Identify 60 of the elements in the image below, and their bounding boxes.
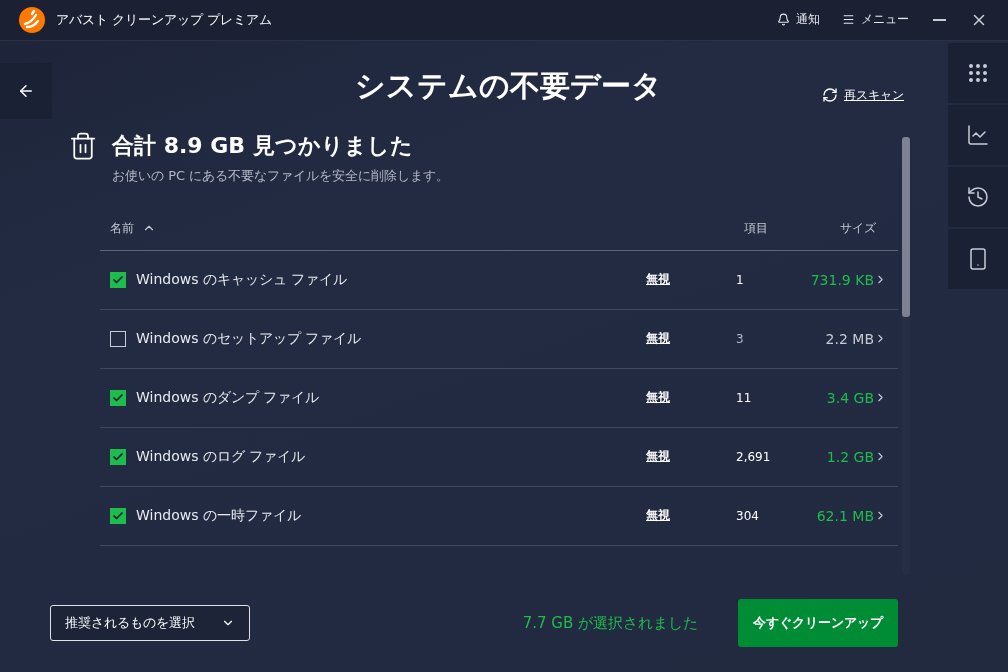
summary-headline: 合計 8.9 GB 見つかりました [112, 131, 414, 160]
selected-total: 7.7 GB が選択されました [522, 613, 698, 633]
line-chart-icon [966, 122, 990, 147]
item-count: 11 [736, 390, 753, 405]
row-name: Windows のダンプ ファイル [136, 388, 320, 407]
table-row[interactable]: Windows のキャッシュ ファイル 無視 1 731.9 KB [100, 250, 898, 310]
item-count: 304 [736, 508, 760, 523]
row-name: Windows のキャッシュ ファイル [136, 270, 348, 289]
scrollbar[interactable] [902, 136, 910, 575]
check-icon [112, 450, 124, 463]
size-value: 62.1 MB [815, 507, 874, 524]
table-row[interactable]: Windows のログ ファイル 無視 2,691 1.2 GB [100, 427, 898, 487]
column-header[interactable]: 項目 [744, 219, 804, 237]
chart-button[interactable] [948, 104, 1008, 165]
page-title: システムの不要データ [354, 67, 662, 106]
refresh-icon [822, 87, 838, 104]
checkbox[interactable] [110, 389, 126, 406]
table-row[interactable]: Windows のダンプ ファイル 無視 11 3.4 GB [100, 368, 898, 428]
row-name: Windows のログ ファイル [136, 447, 306, 466]
table-row[interactable]: Windows のセットアップ ファイル 無視 3 2.2 MB [100, 309, 898, 369]
check-icon [112, 273, 124, 286]
phone-button[interactable] [948, 228, 1008, 289]
ignore-link[interactable]: 無視 [646, 271, 736, 289]
check-icon [112, 509, 124, 522]
menu-icon [842, 13, 855, 27]
window-title: アバスト クリーンアップ プレミアム [56, 10, 274, 29]
item-count: 3 [736, 331, 745, 346]
menu-button[interactable]: メニュー [836, 11, 915, 29]
bell-icon [777, 13, 790, 27]
column-header[interactable]: 名前 [110, 219, 134, 237]
clean-button[interactable]: 今すぐクリーンアップ [738, 599, 898, 648]
notifications-button[interactable]: 通知 [771, 11, 826, 29]
table-row[interactable]: Windows の一時ファイル 無視 304 62.1 MB [100, 486, 898, 546]
ignore-link[interactable]: 無視 [646, 389, 736, 407]
ignore-link[interactable]: 無視 [646, 330, 736, 348]
column-header[interactable]: サイズ [804, 219, 876, 237]
minimize-icon [933, 18, 946, 21]
check-icon [112, 391, 124, 404]
size-value: 1.2 GB [825, 448, 874, 465]
checkbox[interactable] [110, 448, 126, 465]
logo-icon [18, 5, 46, 34]
size-value: 731.9 KB [809, 271, 874, 288]
history-button[interactable] [948, 166, 1008, 227]
select-dropdown[interactable]: 推奨されるものを選択 [50, 605, 250, 642]
row-name: Windows のセットアップ ファイル [136, 329, 362, 348]
row-name: Windows の一時ファイル [136, 506, 301, 525]
size-value: 3.4 GB [825, 389, 874, 406]
item-count: 1 [736, 272, 745, 287]
checkbox[interactable] [110, 330, 126, 347]
history-icon [966, 184, 990, 209]
summary-description: お使いの PC にある不要なファイルを安全に削除します。 [112, 166, 450, 185]
apps-grid-button[interactable] [948, 42, 1008, 103]
ignore-link[interactable]: 無視 [646, 448, 736, 466]
rescan-link[interactable]: 再スキャン [822, 86, 904, 104]
size-value: 2.2 MB [824, 330, 874, 347]
trash-icon [68, 130, 98, 161]
checkbox[interactable] [110, 271, 126, 288]
item-count: 2,691 [736, 449, 772, 464]
ignore-link[interactable]: 無視 [646, 507, 736, 525]
checkbox[interactable] [110, 507, 126, 524]
